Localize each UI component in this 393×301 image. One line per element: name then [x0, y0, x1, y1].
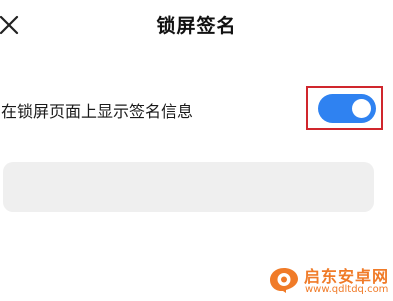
- watermark-logo: 启东安卓网 www.qdltdq.com: [266, 260, 393, 298]
- show-signature-label: 在锁屏页面上显示签名信息: [1, 102, 194, 121]
- show-signature-toggle[interactable]: [318, 94, 376, 123]
- signature-input[interactable]: [3, 162, 374, 212]
- show-signature-setting-row: 在锁屏页面上显示签名信息: [0, 86, 393, 134]
- header-bar: 锁屏签名: [0, 0, 393, 52]
- watermark-logo-icon: [270, 268, 298, 293]
- watermark-url: www.qdltdq.com: [305, 284, 389, 295]
- page-title: 锁屏签名: [156, 15, 237, 37]
- toggle-knob: [352, 99, 371, 118]
